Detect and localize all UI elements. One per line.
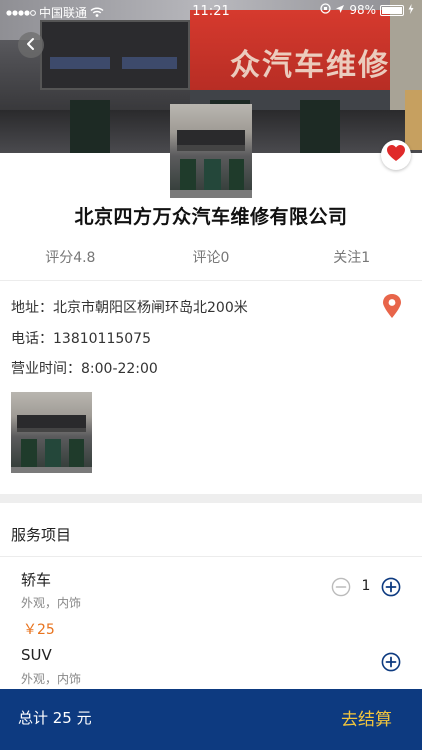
service-price: ￥25: [23, 622, 55, 638]
follows-stat: 关注1: [333, 250, 371, 266]
checkout-button[interactable]: 去结算: [341, 705, 392, 730]
status-right: 98%: [320, 3, 414, 17]
map-pin-button[interactable]: [382, 293, 402, 323]
status-bar: 中国联通 11:21 98%: [0, 0, 422, 22]
service-description: 外观，内饰: [21, 672, 82, 686]
chevron-left-icon: [25, 36, 37, 55]
back-button[interactable]: [18, 32, 44, 58]
shop-logo-thumbnail: [170, 104, 252, 198]
shop-phone[interactable]: 电话：13810115075: [11, 328, 151, 348]
quantity-increase-button[interactable]: [381, 577, 401, 597]
shop-name: 北京四方万众汽车维修有限公司: [74, 206, 348, 228]
quantity-decrease-button[interactable]: [331, 577, 351, 597]
services-title: 服务项目: [11, 526, 72, 544]
charging-icon: [408, 3, 414, 17]
quantity-increase-button[interactable]: [381, 652, 401, 672]
total-price: 总计 25 元: [18, 709, 92, 727]
battery-percent: 98%: [349, 3, 376, 17]
service-name: SUV: [21, 646, 52, 664]
plus-circle-icon: [381, 652, 401, 676]
service-description: 外观，内饰: [21, 596, 82, 610]
shop-address: 地址：北京市朝阳区杨闸环岛北200米: [11, 300, 248, 316]
plus-circle-icon: [381, 577, 401, 601]
service-name: 轿车: [21, 571, 52, 589]
heart-icon: [386, 144, 406, 166]
favorite-button[interactable]: [381, 140, 411, 170]
shop-stats: 评分4.8 评论0 关注1: [0, 243, 422, 269]
shop-gallery-photo[interactable]: [11, 392, 92, 473]
battery-icon: [380, 4, 404, 16]
quantity-value: 1: [361, 578, 371, 594]
divider: [0, 280, 422, 281]
checkout-bar: 总计 25 元 去结算: [0, 689, 422, 750]
rotation-lock-icon: [320, 3, 331, 17]
location-arrow-icon: [335, 3, 345, 17]
map-pin-icon: [382, 294, 402, 323]
reviews-stat[interactable]: 评论0: [141, 243, 282, 269]
shop-hours: 营业时间：8:00-22:00: [11, 361, 158, 377]
minus-circle-icon: [331, 577, 351, 601]
rating-stat: 评分4.8: [45, 250, 96, 266]
divider: [0, 556, 422, 557]
section-separator: [0, 494, 422, 503]
